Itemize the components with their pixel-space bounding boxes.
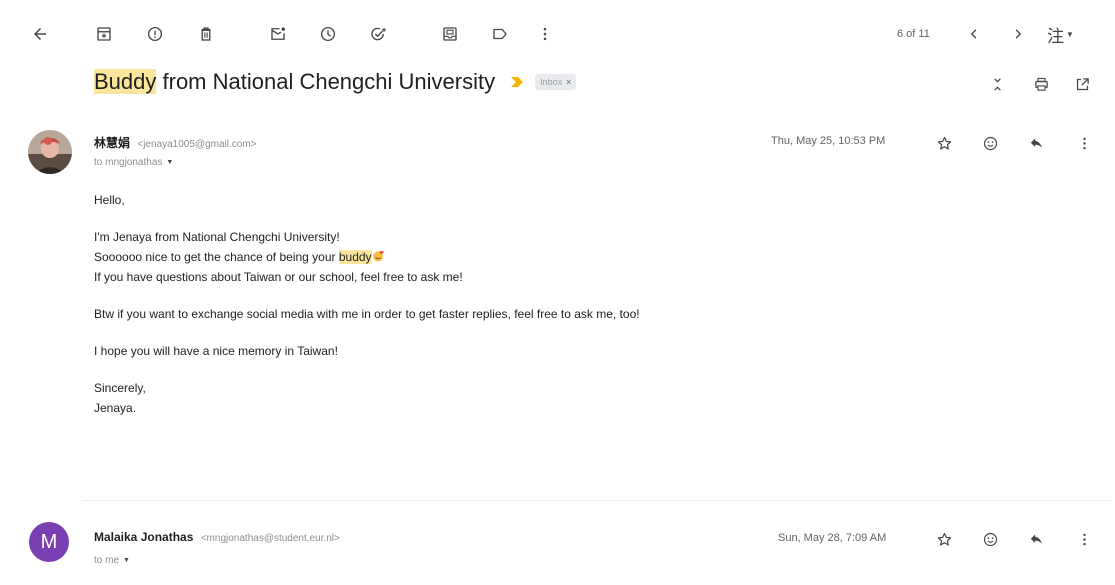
add-reaction-icon[interactable] [979, 528, 1001, 550]
body-line: I'm Jenaya from National Chengchi Univer… [94, 230, 340, 244]
body-line: Sincerely, [94, 381, 146, 395]
more-vert-icon[interactable] [533, 22, 557, 46]
importance-marker-icon[interactable] [511, 77, 524, 87]
body-highlight: buddy [338, 250, 372, 264]
recipient-details-toggle[interactable]: to mngjonathas ▼ [94, 157, 173, 168]
sender-email: <mngjonathas@student.eur.nl> [200, 533, 340, 544]
body-text: Soooooo nice to get the chance of being … [94, 250, 339, 264]
delete-icon[interactable] [194, 22, 218, 46]
star-icon[interactable] [933, 528, 955, 550]
subject-highlight: Buddy [94, 69, 157, 94]
mark-unread-icon[interactable] [266, 22, 290, 46]
avatar[interactable] [28, 130, 72, 174]
sender-name[interactable]: 林慧娟 [94, 136, 130, 150]
body-line: If you have questions about Taiwan or ou… [94, 270, 463, 284]
chevron-right-icon[interactable] [1006, 22, 1030, 46]
message-divider [82, 500, 1112, 501]
add-to-tasks-icon[interactable] [366, 22, 390, 46]
move-to-icon[interactable] [438, 22, 462, 46]
caret-down-icon: ▼ [123, 557, 130, 564]
snooze-icon[interactable] [316, 22, 340, 46]
inbox-label-text: Inbox [540, 77, 563, 87]
message-more-icon[interactable] [1073, 528, 1095, 550]
avatar[interactable]: M [29, 522, 69, 562]
remove-label-icon[interactable]: × [566, 77, 571, 87]
caret-down-icon: ▼ [166, 159, 174, 166]
message-body: Hello, I'm Jenaya from National Chengchi… [94, 190, 640, 418]
sender-name[interactable]: Malaika Jonathas [94, 530, 193, 544]
subject-row: Buddy from National Chengchi University … [94, 64, 577, 100]
smiling-hearts-emoji-icon [372, 250, 384, 262]
message-date: Sun, May 28, 7:09 AM [778, 532, 887, 544]
recipient-text: to mngjonathas [94, 157, 163, 168]
caret-down-icon: ▼ [1066, 30, 1074, 39]
page-count: 6 of 11 [897, 28, 930, 40]
message-more-icon[interactable] [1073, 132, 1095, 154]
message-item: 林慧娟 <jenaya1005@gmail.com> to mngjonatha… [0, 112, 1115, 492]
subject-text: from National Chengchi University [156, 69, 496, 94]
reply-icon[interactable] [1025, 528, 1047, 550]
email-subject: Buddy from National Chengchi University [94, 69, 495, 95]
body-line: I hope you will have a nice memory in Ta… [94, 344, 338, 358]
inbox-label-chip: Inbox × [535, 74, 577, 90]
open-in-new-window-icon[interactable] [1071, 73, 1093, 95]
add-reaction-icon[interactable] [979, 132, 1001, 154]
sender-email: <jenaya1005@gmail.com> [137, 139, 257, 150]
reply-icon[interactable] [1025, 132, 1047, 154]
body-line: Jenaya. [94, 401, 137, 415]
body-line: Soooooo nice to get the chance of being … [94, 247, 640, 267]
chevron-left-icon[interactable] [962, 22, 986, 46]
archive-icon[interactable] [92, 22, 116, 46]
report-spam-icon[interactable] [143, 22, 167, 46]
body-line: Hello, [94, 193, 125, 207]
sender-line: 林慧娟 <jenaya1005@gmail.com> [94, 134, 256, 151]
message-date: Thu, May 25, 10:53 PM [771, 135, 886, 147]
recipient-text: to me [94, 555, 120, 566]
message-item[interactable]: M Malaika Jonathas <mngjonathas@student.… [0, 510, 1115, 585]
labels-icon[interactable] [488, 22, 512, 46]
print-icon[interactable] [1030, 73, 1052, 95]
sender-line: Malaika Jonathas <mngjonathas@student.eu… [94, 530, 340, 544]
collapse-all-icon[interactable] [986, 73, 1008, 95]
recipient-details-toggle[interactable]: to me ▼ [94, 555, 130, 566]
input-tools-label: 注 [1047, 27, 1064, 46]
star-icon[interactable] [933, 132, 955, 154]
input-tools-button[interactable]: 注 ▼ [1047, 22, 1074, 47]
back-arrow-icon[interactable] [28, 22, 52, 46]
body-line: Btw if you want to exchange social media… [94, 307, 640, 321]
message-toolbar: 6 of 11 注 ▼ [0, 0, 1115, 64]
